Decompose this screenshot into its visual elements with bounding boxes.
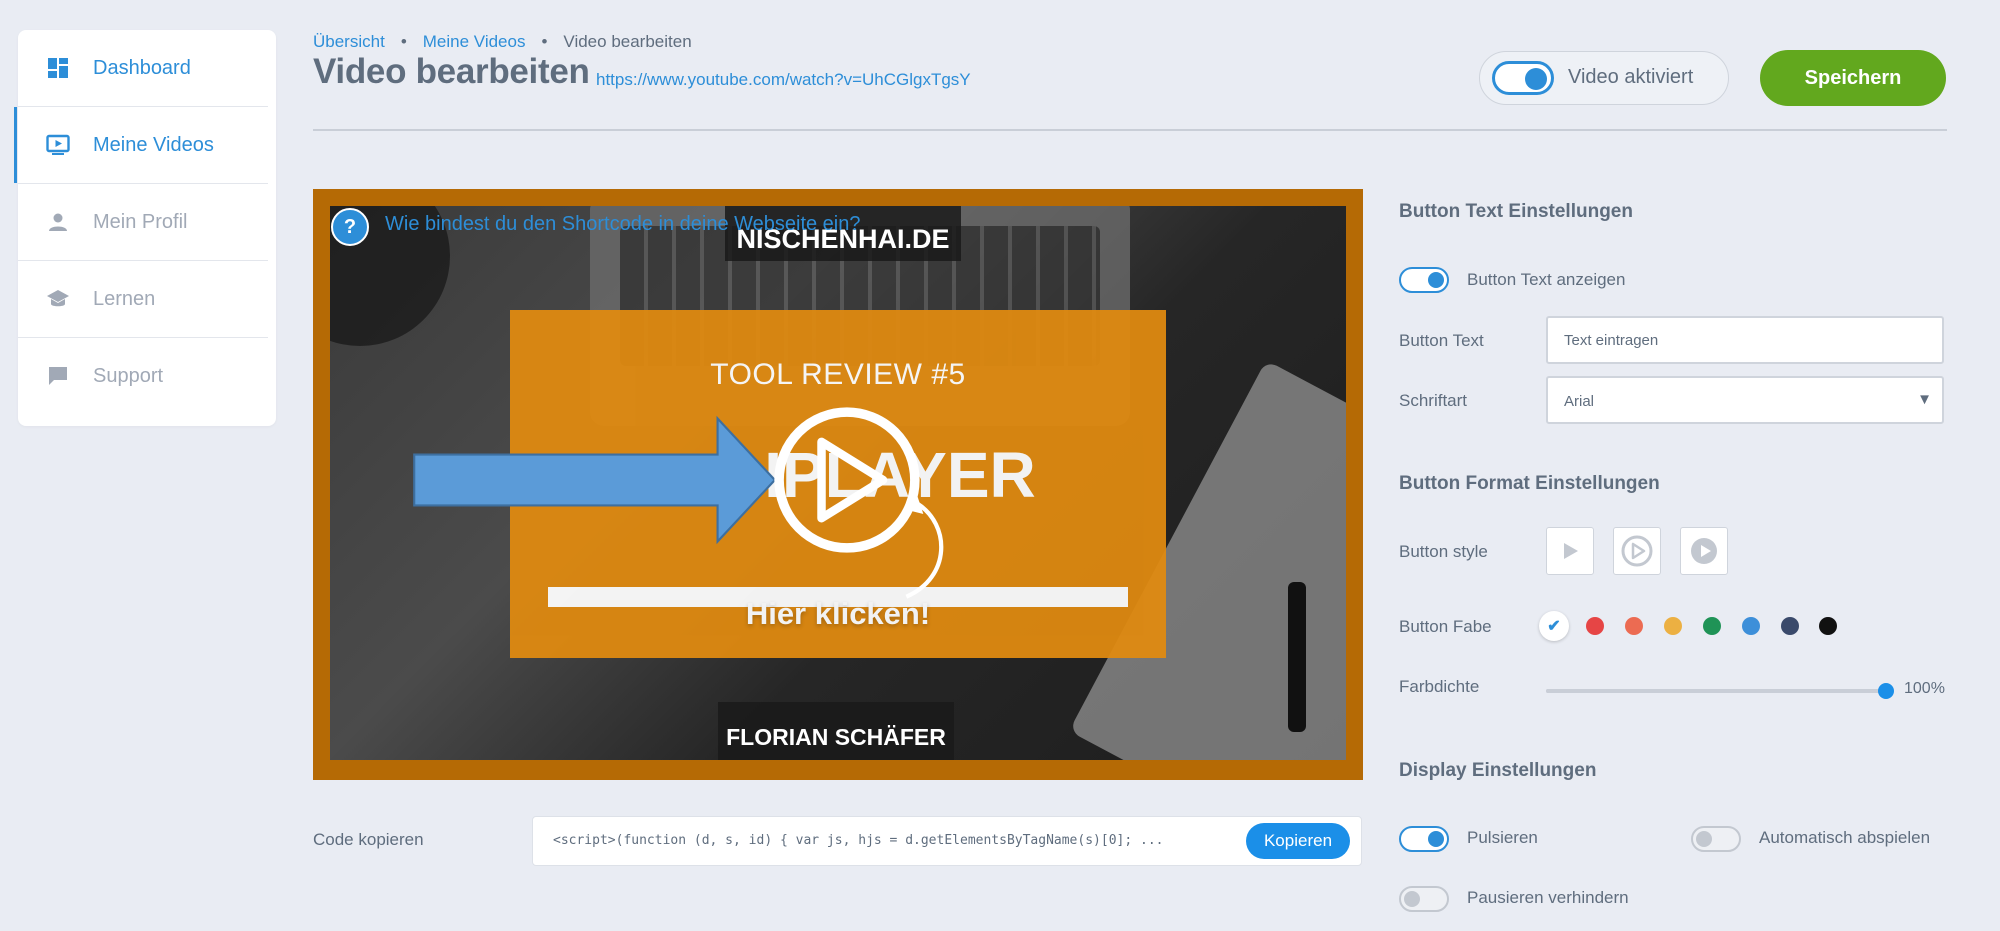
sidebar: Dashboard Meine Videos Mein Profil Lerne… <box>14 30 276 426</box>
button-text-input[interactable] <box>1546 316 1944 364</box>
video-thumbnail: NISCHENHAI.DE TOOL REVIEW #5 IPLAYER Hie… <box>330 206 1346 760</box>
toggle-knob <box>1404 891 1420 907</box>
toggle-knob <box>1428 831 1444 847</box>
button-text-label: Button Text <box>1399 331 1484 350</box>
sidebar-item-mein-profil[interactable]: Mein Profil <box>18 184 268 261</box>
arrow-icon <box>413 415 777 545</box>
sidebar-item-lernen[interactable]: Lernen <box>18 261 268 338</box>
play-triangle-icon <box>1564 543 1578 559</box>
density-label: Farbdichte <box>1399 677 1480 696</box>
color-swatch-coral[interactable] <box>1625 617 1643 635</box>
dashboard-icon <box>46 56 70 80</box>
button-style-label: Button style <box>1399 542 1488 561</box>
save-button[interactable]: Speichern <box>1760 50 1946 106</box>
breadcrumb: Übersicht • Meine Videos • Video bearbeiten <box>313 32 692 52</box>
video-preview[interactable]: NISCHENHAI.DE TOOL REVIEW #5 IPLAYER Hie… <box>313 189 1363 780</box>
button-style-filled[interactable] <box>1680 527 1728 575</box>
school-icon <box>46 287 70 311</box>
button-color-label: Button Fabe <box>1399 617 1492 636</box>
color-swatch-red[interactable] <box>1586 617 1604 635</box>
thumbnail-title: TOOL REVIEW #5 <box>710 358 966 391</box>
breadcrumb-current: Video bearbeiten <box>563 32 692 51</box>
prevent-pause-toggle[interactable] <box>1399 886 1449 912</box>
button-format-settings-title: Button Format Einstellungen <box>1399 473 1660 494</box>
copy-button[interactable]: Kopieren <box>1246 823 1350 859</box>
color-swatch-blue[interactable] <box>1742 617 1760 635</box>
help-shortcode-link[interactable]: Wie bindest du den Shortcode in deine We… <box>385 213 861 236</box>
density-value: 100% <box>1904 680 1945 697</box>
play-filled-circle-icon <box>1691 538 1717 564</box>
play-icon <box>817 437 888 523</box>
color-swatch-yellow[interactable] <box>1664 617 1682 635</box>
density-slider-fill <box>1546 689 1886 693</box>
color-swatch-white[interactable]: ✔ <box>1539 611 1569 641</box>
toggle-knob <box>1696 831 1712 847</box>
button-style-triangle[interactable] <box>1546 527 1594 575</box>
sidebar-item-dashboard[interactable]: Dashboard <box>18 30 268 107</box>
sidebar-item-label: Meine Videos <box>93 133 214 156</box>
sidebar-item-label: Dashboard <box>93 56 191 79</box>
button-text-settings-title: Button Text Einstellungen <box>1399 201 1633 222</box>
show-button-text-toggle[interactable] <box>1399 267 1449 293</box>
video-activated-label: Video aktiviert <box>1568 66 1694 88</box>
sidebar-item-label: Lernen <box>93 287 156 310</box>
density-slider[interactable] <box>1546 683 1894 699</box>
help-icon[interactable]: ? <box>331 208 369 246</box>
density-slider-knob[interactable] <box>1878 683 1894 699</box>
sidebar-item-support[interactable]: Support <box>18 338 268 414</box>
code-copy-label: Code kopieren <box>313 830 424 849</box>
play-overlay <box>413 407 944 599</box>
chevron-down-icon: ▼ <box>1917 391 1932 408</box>
person-icon <box>46 210 70 234</box>
breadcrumb-separator: • <box>541 32 548 51</box>
show-button-text-label: Button Text anzeigen <box>1467 270 1626 289</box>
font-label: Schriftart <box>1399 391 1468 410</box>
sidebar-item-label: Support <box>93 364 164 387</box>
checkmark-icon: ✔ <box>1547 618 1561 635</box>
video-url-link[interactable]: https://www.youtube.com/watch?v=UhCGlgxT… <box>596 70 971 90</box>
play-ring-icon <box>1621 535 1653 567</box>
breadcrumb-link-uebersicht[interactable]: Übersicht <box>313 32 385 52</box>
author-text: FLORIAN SCHÄFER <box>726 724 946 750</box>
video-icon <box>46 133 70 157</box>
prevent-pause-label: Pausieren verhindern <box>1467 888 1629 907</box>
play-ring <box>774 407 920 553</box>
autoplay-toggle[interactable] <box>1691 826 1741 852</box>
sidebar-item-meine-videos[interactable]: Meine Videos <box>14 107 268 184</box>
display-settings-title: Display Einstellungen <box>1399 760 1597 781</box>
video-activated-control[interactable]: Video aktiviert <box>1479 51 1729 105</box>
breadcrumb-separator: • <box>400 32 407 51</box>
button-style-ring[interactable] <box>1613 527 1661 575</box>
code-snippet-field[interactable]: <script>(function (d, s, id) { var js, h… <box>532 816 1362 866</box>
page-title: Video bearbeiten <box>313 52 590 91</box>
header-divider <box>313 129 1947 131</box>
font-select[interactable]: Arial ▼ <box>1546 376 1944 424</box>
breadcrumb-link-meine-videos[interactable]: Meine Videos <box>423 32 526 52</box>
chat-icon <box>46 364 70 388</box>
pulse-toggle[interactable] <box>1399 826 1449 852</box>
color-swatch-navy[interactable] <box>1781 617 1799 635</box>
curved-arrow-icon <box>905 501 944 599</box>
toggle-knob <box>1525 68 1547 90</box>
code-snippet-text: <script>(function (d, s, id) { var js, h… <box>553 833 1164 848</box>
font-select-value: Arial <box>1564 393 1595 410</box>
background-pen <box>1288 582 1306 732</box>
color-swatch-green[interactable] <box>1703 617 1721 635</box>
pulse-label: Pulsieren <box>1467 828 1538 847</box>
autoplay-label: Automatisch abspielen <box>1759 828 1931 847</box>
color-swatch-black[interactable] <box>1819 617 1837 635</box>
sidebar-item-label: Mein Profil <box>93 210 188 233</box>
toggle-knob <box>1428 272 1444 288</box>
video-activated-toggle[interactable] <box>1492 61 1554 95</box>
